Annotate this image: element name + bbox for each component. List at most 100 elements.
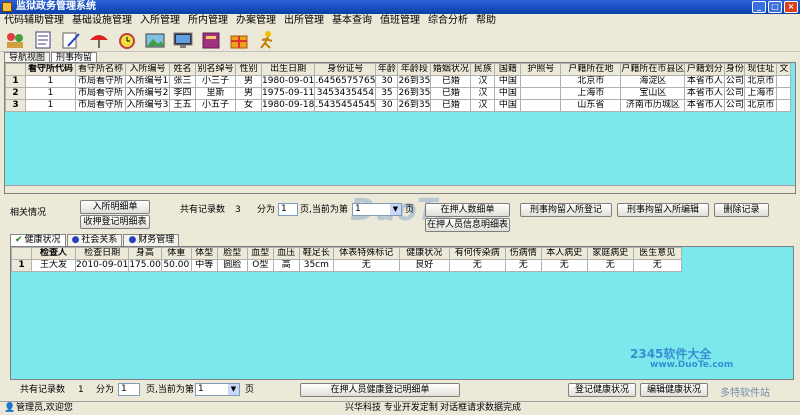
- table-cell[interactable]: [776, 87, 792, 100]
- table-cell[interactable]: 已婚: [430, 87, 472, 100]
- col-header[interactable]: 身高: [128, 247, 162, 260]
- chevron-down-icon[interactable]: ▼: [228, 384, 239, 395]
- col-header[interactable]: 年龄: [375, 63, 399, 76]
- table-cell[interactable]: 无: [586, 259, 634, 272]
- gift-icon[interactable]: [228, 30, 250, 50]
- table-cell[interactable]: 30: [375, 75, 399, 88]
- col-header[interactable]: 户籍所在市县区: [620, 63, 686, 76]
- table-cell[interactable]: 李四: [169, 87, 196, 100]
- col-header[interactable]: 姓名: [169, 63, 196, 76]
- detainee-count-button[interactable]: 在押人数细单: [425, 203, 510, 217]
- table-cell[interactable]: 入所编号2: [125, 87, 170, 100]
- table-cell[interactable]: 里斯: [195, 87, 236, 100]
- col-header[interactable]: 身份: [724, 63, 746, 76]
- menu-infrastructure[interactable]: 基础设施管理: [68, 14, 136, 28]
- table-cell[interactable]: .6456575765: [314, 75, 377, 88]
- tab-social[interactable]: ● 社会关系: [66, 234, 123, 246]
- col-header[interactable]: 看守所代码: [25, 63, 76, 76]
- col-header[interactable]: 护照号: [520, 63, 562, 76]
- table-cell[interactable]: O型: [246, 259, 274, 272]
- document-icon[interactable]: [32, 30, 54, 50]
- col-header[interactable]: 文: [776, 63, 792, 76]
- col-header[interactable]: 年龄段: [397, 63, 432, 76]
- table-cell[interactable]: 公司: [724, 75, 746, 88]
- runner-icon[interactable]: [256, 30, 278, 50]
- table-cell[interactable]: 小五子: [195, 99, 236, 112]
- menu-intake[interactable]: 入所管理: [136, 14, 184, 28]
- edit-icon[interactable]: [60, 30, 82, 50]
- table-cell[interactable]: 高: [272, 259, 300, 272]
- col-header[interactable]: 婚姻状况: [430, 63, 472, 76]
- detainee-info-button[interactable]: 在押人员信息明细表: [425, 218, 510, 232]
- table-cell[interactable]: 中国: [494, 87, 522, 100]
- detainee-grid[interactable]: 看守所代码 看守所名称 入所编号 姓名 别名绰号 性别 出生日期 身份证号 年龄…: [4, 62, 796, 194]
- col-header[interactable]: 健康状况: [398, 247, 450, 260]
- table-cell[interactable]: 已婚: [430, 99, 472, 112]
- row-number[interactable]: 1: [5, 75, 26, 88]
- people-icon[interactable]: [4, 30, 26, 50]
- table-cell[interactable]: 市局看守所: [75, 75, 126, 88]
- table-cell[interactable]: 张三: [169, 75, 196, 88]
- table-cell[interactable]: 1: [25, 87, 76, 100]
- menu-query[interactable]: 基本查询: [328, 14, 376, 28]
- health-edit-button[interactable]: 编辑健康状况: [640, 383, 708, 397]
- menu-release[interactable]: 出所管理: [280, 14, 328, 28]
- table-cell[interactable]: 中国: [494, 99, 522, 112]
- menu-help[interactable]: 帮助: [472, 14, 500, 28]
- table-cell[interactable]: 王大发: [31, 259, 76, 272]
- col-header[interactable]: 伤病情: [504, 247, 542, 260]
- image-icon[interactable]: [144, 30, 166, 50]
- col-header[interactable]: 现住址: [744, 63, 778, 76]
- health-register-button[interactable]: 登记健康状况: [568, 383, 636, 397]
- table-cell[interactable]: 上海市: [744, 87, 778, 100]
- menu-duty[interactable]: 值班管理: [376, 14, 424, 28]
- minimize-button[interactable]: _: [752, 1, 766, 13]
- table-cell[interactable]: 3453435454: [314, 87, 377, 100]
- table-cell[interactable]: 2010-09-01: [74, 259, 130, 272]
- horizontal-scrollbar[interactable]: [5, 185, 795, 193]
- col-header[interactable]: 体型: [190, 247, 218, 260]
- menu-code-assist[interactable]: 代码辅助管理: [0, 14, 68, 28]
- table-cell[interactable]: 30: [375, 99, 399, 112]
- table-cell[interactable]: 中等: [190, 259, 218, 272]
- col-header[interactable]: 看守所名称: [75, 63, 126, 76]
- table-cell[interactable]: 35: [375, 87, 399, 100]
- health-list-button[interactable]: 在押人员健康登记明细单: [300, 383, 460, 397]
- criminal-edit-button[interactable]: 刑事拘留入所编辑: [617, 203, 709, 217]
- table-cell[interactable]: 海淀区: [620, 75, 686, 88]
- table-cell[interactable]: 无: [540, 259, 588, 272]
- col-header[interactable]: 入所编号: [125, 63, 170, 76]
- col-header[interactable]: 鞋足长: [298, 247, 334, 260]
- table-cell[interactable]: 1980-09-18: [260, 99, 316, 112]
- col-header[interactable]: 体表特殊标记: [332, 247, 400, 260]
- table-cell[interactable]: 女: [235, 99, 262, 112]
- tab-finance[interactable]: ● 财务管理: [123, 234, 180, 246]
- umbrella-icon[interactable]: [88, 30, 110, 50]
- maximize-button[interactable]: □: [768, 1, 782, 13]
- table-cell[interactable]: 宝山区: [620, 87, 686, 100]
- col-header[interactable]: 别名绰号: [195, 63, 236, 76]
- table-cell[interactable]: [776, 99, 792, 112]
- table-cell[interactable]: 无: [448, 259, 506, 272]
- table-row[interactable]: 1 1 市局看守所 入所编号1 张三 小三子 男 1980-09-01 .645…: [5, 75, 792, 88]
- table-cell[interactable]: 小三子: [195, 75, 236, 88]
- table-row[interactable]: 1 王大发 2010-09-01 175.00 50.00 中等 圆脸 O型 高…: [11, 259, 682, 272]
- table-cell[interactable]: 汉: [470, 99, 496, 112]
- alarm-clock-icon[interactable]: [116, 30, 138, 50]
- table-cell[interactable]: 公司: [724, 99, 746, 112]
- table-cell[interactable]: 35cm: [298, 259, 334, 272]
- close-button[interactable]: ×: [784, 1, 798, 13]
- table-cell[interactable]: 中国: [494, 75, 522, 88]
- col-header[interactable]: 户籍划分: [684, 63, 726, 76]
- col-header[interactable]: 性别: [235, 63, 262, 76]
- col-header[interactable]: 体重: [160, 247, 192, 260]
- table-cell[interactable]: 1980-09-01: [260, 75, 316, 88]
- table-cell[interactable]: 本省市人: [684, 75, 726, 88]
- table-cell[interactable]: 50.00: [160, 259, 192, 272]
- col-header[interactable]: 检查日期: [74, 247, 130, 260]
- table-cell[interactable]: 26到35: [397, 75, 432, 88]
- table-cell[interactable]: 男: [235, 87, 262, 100]
- table-cell[interactable]: 175.00: [128, 259, 162, 272]
- menu-analysis[interactable]: 综合分析: [424, 14, 472, 28]
- table-cell[interactable]: 无: [332, 259, 400, 272]
